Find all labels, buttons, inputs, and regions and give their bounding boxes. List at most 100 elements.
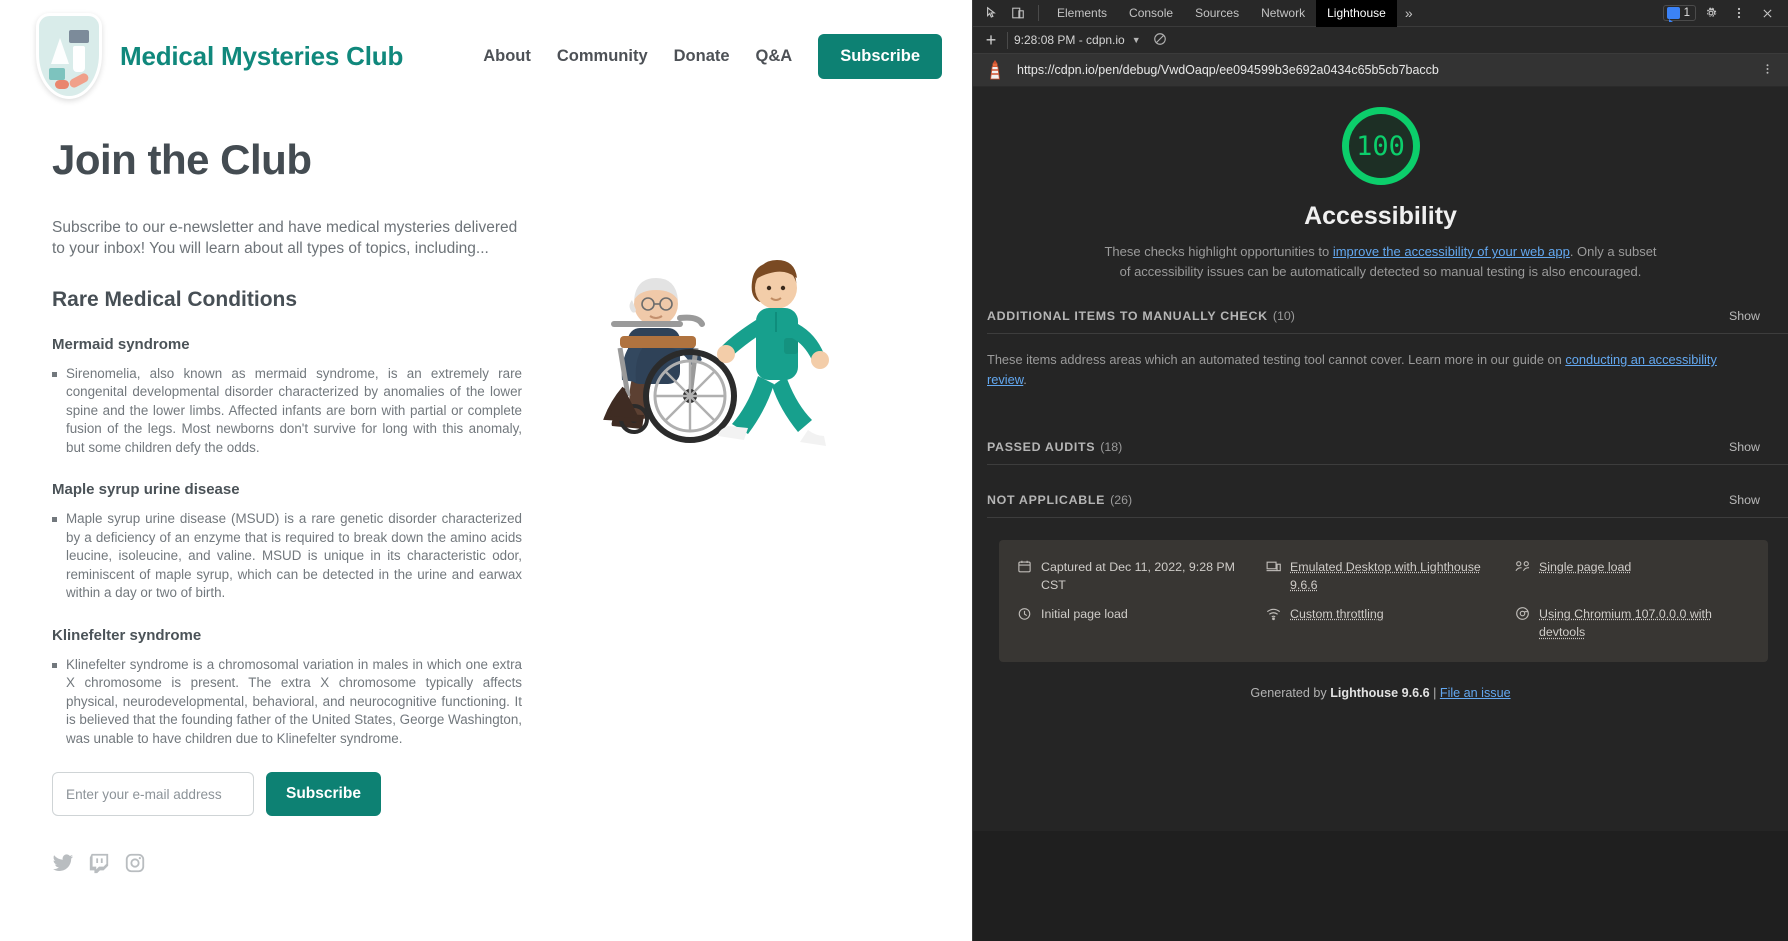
condition-name-msud: Maple syrup urine disease (52, 481, 522, 498)
main-nav: About Community Donate Q&A Subscribe (483, 34, 942, 79)
accessibility-guide-link[interactable]: improve the accessibility of your web ap… (1333, 244, 1570, 259)
device-toolbar-icon[interactable] (1005, 2, 1031, 24)
toolbar-divider (1038, 5, 1039, 21)
report-url-bar: https://cdpn.io/pen/debug/VwdOaqp/ee0945… (973, 54, 1788, 87)
report-selector-label: 9:28:08 PM - cdpn.io (1014, 33, 1125, 47)
category-title: Accessibility (973, 202, 1788, 231)
nav-item-donate[interactable]: Donate (674, 47, 730, 66)
illustration-column (522, 108, 936, 874)
gear-icon[interactable] (1698, 2, 1724, 24)
meta-text[interactable]: Emulated Desktop with Lighthouse 9.6.6 (1290, 558, 1501, 595)
site-brand: Medical Mysteries Club (120, 41, 403, 72)
nav-item-about[interactable]: About (483, 47, 531, 66)
subscribe-form: Subscribe (52, 772, 522, 816)
footer-pre: Generated by (1250, 686, 1330, 700)
section-heading: Rare Medical Conditions (52, 288, 522, 312)
list-item: Klinefelter syndrome is a chromosomal va… (52, 656, 522, 749)
throttling-icon (1266, 606, 1281, 621)
tab-elements[interactable]: Elements (1046, 0, 1118, 27)
single-page-icon (1515, 559, 1530, 574)
section-manual-check-header: ADDITIONAL ITEMS TO MANUALLY CHECK (10) … (973, 281, 1788, 333)
meta-text: Captured at Dec 11, 2022, 9:28 PM CST (1041, 558, 1252, 595)
wheelchair-illustration (580, 208, 880, 468)
close-icon[interactable] (1754, 2, 1780, 24)
meta-initial-page-load: Initial page load (1017, 601, 1252, 646)
section-divider (987, 517, 1788, 518)
category-description: These checks highlight opportunities to … (1101, 242, 1661, 281)
report-selector[interactable]: 9:28:08 PM - cdpn.io ▼ (1014, 33, 1141, 47)
report-url[interactable]: https://cdpn.io/pen/debug/VwdOaqp/ee0945… (1017, 63, 1757, 77)
footer-version: Lighthouse 9.6.6 (1330, 686, 1429, 700)
more-tabs-icon[interactable]: » (1397, 0, 1421, 27)
devtools-bottom-strip (973, 831, 1788, 941)
chromium-icon (1515, 606, 1530, 621)
screen-root: Medical Mysteries Club About Community D… (0, 0, 1788, 941)
nav-item-qa[interactable]: Q&A (756, 47, 793, 66)
twitch-icon[interactable] (88, 852, 110, 874)
toolbar-right: 1 (1663, 2, 1782, 24)
page-lede: Subscribe to our e-newsletter and have m… (52, 218, 522, 260)
lighthouse-subbar: + 9:28:08 PM - cdpn.io ▼ (973, 27, 1788, 54)
medical-shield-logo-icon (36, 13, 102, 99)
meta-text[interactable]: Using Chromium 107.0.0.0 with devtools (1539, 605, 1750, 642)
site-header: Medical Mysteries Club About Community D… (0, 0, 972, 108)
section-count: (18) (1100, 440, 1122, 454)
section-show-toggle[interactable]: Show (1729, 440, 1760, 454)
devtools-panel: Elements Console Sources Network Lightho… (972, 0, 1788, 941)
page-title: Join the Club (52, 136, 522, 184)
meta-text[interactable]: Single page load (1539, 558, 1631, 577)
section-passed-audits-header: PASSED AUDITS (18) Show (973, 412, 1788, 464)
condition-list-msud: Maple syrup urine disease (MSUD) is a ra… (52, 510, 522, 603)
report-footer: Generated by Lighthouse 9.6.6 | File an … (973, 686, 1788, 700)
devtools-toolbar: Elements Console Sources Network Lightho… (973, 0, 1788, 27)
devices-icon (1266, 559, 1281, 574)
report-kebab-menu-icon[interactable] (1757, 62, 1778, 78)
calendar-icon (1017, 559, 1032, 574)
inspect-element-icon[interactable] (979, 2, 1005, 24)
meta-text[interactable]: Custom throttling (1290, 605, 1384, 624)
subbar-divider (1007, 32, 1008, 49)
report-metadata-card: Captured at Dec 11, 2022, 9:28 PM CST Em… (999, 540, 1768, 662)
clear-all-icon[interactable] (1153, 32, 1167, 49)
social-links (52, 852, 522, 874)
meta-single-page-load: Single page load (1515, 554, 1750, 599)
list-item: Sirenomelia, also known as mermaid syndr… (52, 365, 522, 458)
chevron-down-icon: ▼ (1132, 35, 1141, 45)
footer-separator: | (1430, 686, 1440, 700)
web-page: Medical Mysteries Club About Community D… (0, 0, 972, 941)
devtools-tabs: Elements Console Sources Network Lightho… (1046, 0, 1421, 27)
twitter-icon[interactable] (52, 852, 74, 874)
section-show-toggle[interactable]: Show (1729, 493, 1760, 507)
nav-item-community[interactable]: Community (557, 47, 648, 66)
file-an-issue-link[interactable]: File an issue (1440, 686, 1511, 700)
condition-list-klinefelter: Klinefelter syndrome is a chromosomal va… (52, 656, 522, 749)
subscribe-submit-button[interactable]: Subscribe (266, 772, 381, 816)
page-content: Join the Club Subscribe to our e-newslet… (0, 108, 972, 874)
meta-text: Initial page load (1041, 605, 1128, 624)
nav-subscribe-button[interactable]: Subscribe (818, 34, 942, 79)
tab-sources[interactable]: Sources (1184, 0, 1250, 27)
kebab-menu-icon[interactable] (1726, 2, 1752, 24)
content-column: Join the Club Subscribe to our e-newslet… (52, 108, 522, 874)
section-manual-check-body: These items address areas which an autom… (973, 334, 1788, 412)
score-value: 100 (1356, 131, 1405, 162)
email-field[interactable] (52, 772, 254, 816)
meta-chromium-version: Using Chromium 107.0.0.0 with devtools (1515, 601, 1750, 646)
tab-network[interactable]: Network (1250, 0, 1316, 27)
condition-name-mermaid: Mermaid syndrome (52, 336, 522, 353)
instagram-icon[interactable] (124, 852, 146, 874)
score-gauge: 100 (1342, 107, 1420, 185)
body-pre: These items address areas which an autom… (987, 352, 1565, 367)
new-report-button[interactable]: + (977, 30, 1005, 51)
issues-bubble-icon (1667, 7, 1680, 19)
tab-console[interactable]: Console (1118, 0, 1184, 27)
issues-badge[interactable]: 1 (1663, 5, 1696, 21)
meta-captured-at: Captured at Dec 11, 2022, 9:28 PM CST (1017, 554, 1252, 599)
condition-name-klinefelter: Klinefelter syndrome (52, 627, 522, 644)
lighthouse-report: 100 Accessibility These checks highlight… (973, 87, 1788, 831)
tab-lighthouse[interactable]: Lighthouse (1316, 0, 1397, 27)
section-show-toggle[interactable]: Show (1729, 309, 1760, 323)
issues-count: 1 (1684, 7, 1690, 19)
lighthouse-logo-icon (987, 60, 1003, 80)
section-title: ADDITIONAL ITEMS TO MANUALLY CHECK (987, 309, 1268, 323)
